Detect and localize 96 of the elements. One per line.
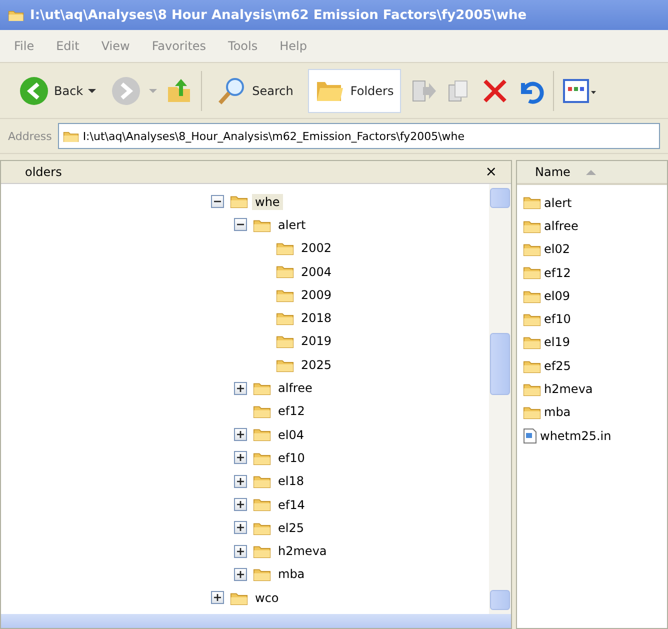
tree-item[interactable]: 2009 <box>298 286 335 303</box>
file-icon <box>523 428 537 444</box>
tree-item[interactable]: h2meva <box>275 543 330 560</box>
folder-icon <box>253 218 271 232</box>
caret-icon <box>88 88 96 92</box>
folder-content-entry[interactable]: whetm25.in <box>540 428 612 443</box>
plus-icon <box>237 478 244 485</box>
tree-item[interactable]: 2025 <box>298 356 335 373</box>
folder-content-entry[interactable]: ef10 <box>544 312 571 326</box>
folder-icon <box>253 427 271 442</box>
folder-icon <box>523 218 541 234</box>
folder-icon <box>253 380 271 396</box>
vertical-scrollbar[interactable] <box>489 184 511 614</box>
caret-icon <box>149 88 158 92</box>
folder-icon <box>253 404 271 419</box>
folder-icon <box>523 358 541 373</box>
tree-item[interactable]: el04 <box>275 426 307 443</box>
tree-item[interactable]: 2018 <box>298 310 335 326</box>
pane-title: olders <box>25 165 62 179</box>
tree-item[interactable]: 2002 <box>298 240 335 256</box>
expand-toggle[interactable] <box>234 568 247 581</box>
folder-icon <box>523 195 541 210</box>
folder-icon <box>276 264 294 279</box>
folder-content-entry[interactable]: el02 <box>544 242 570 256</box>
plus-icon <box>237 548 244 555</box>
folder-icon <box>253 474 271 488</box>
sort-arrow-icon <box>586 170 596 174</box>
tree-item[interactable]: ef12 <box>275 403 308 420</box>
search-button[interactable]: Search <box>210 68 300 112</box>
plus-icon <box>237 570 244 578</box>
tree-item[interactable]: ef10 <box>275 450 308 466</box>
folder-content-entry[interactable]: alfree <box>544 218 578 233</box>
folder-content-entry[interactable]: ef25 <box>544 358 571 373</box>
folder-icon <box>523 312 541 326</box>
folder-icon <box>253 544 271 558</box>
close-button[interactable]: × <box>481 164 501 180</box>
folder-content-entry[interactable]: mba <box>544 405 571 420</box>
folders-button[interactable]: Folders <box>308 68 401 112</box>
plus-icon <box>237 454 244 462</box>
tree-item[interactable]: whe <box>252 194 283 210</box>
expand-toggle[interactable] <box>234 521 247 534</box>
plus-icon <box>237 524 244 532</box>
folder-icon <box>253 567 271 582</box>
folder-content-entry[interactable]: el09 <box>544 288 570 303</box>
back-button[interactable]: Back <box>12 68 104 112</box>
folder-icon <box>230 194 248 209</box>
folder-icon <box>253 450 271 466</box>
tree-item[interactable]: alfree <box>275 380 316 396</box>
window-title: I:\ut\aq\Analyses\8 Hour Analysis\m62 Emission Factors\fy2005\whe <box>30 8 527 22</box>
tree-item[interactable]: mba <box>275 566 308 582</box>
folder-icon <box>523 288 541 304</box>
plus-icon <box>237 431 244 438</box>
tree-item[interactable]: el18 <box>275 473 307 490</box>
column-header[interactable]: Name <box>517 161 667 185</box>
tree-item[interactable]: wco <box>252 590 282 606</box>
tree-item[interactable]: 2004 <box>298 264 335 280</box>
plus-icon <box>237 384 244 392</box>
folder-icon <box>62 130 79 142</box>
expand-toggle[interactable] <box>234 382 247 395</box>
expand-toggle[interactable] <box>234 428 247 442</box>
folder-content-entry[interactable]: h2meva <box>544 382 593 396</box>
folder-icon <box>253 520 271 535</box>
collapse-toggle[interactable] <box>211 195 224 208</box>
expand-toggle[interactable] <box>234 498 247 511</box>
address-field[interactable]: I:\ut\aq\Analyses\8_Hour_Analysis\m62_Emission_Factors\fy2005\whe <box>58 123 660 149</box>
expand-toggle[interactable] <box>234 544 247 558</box>
folder-icon <box>276 241 294 256</box>
tree-item[interactable]: ef14 <box>275 496 308 512</box>
folder-icon <box>253 497 271 512</box>
folder-icon <box>523 242 541 256</box>
folder-icon <box>523 382 541 396</box>
folder-content-entry[interactable]: ef12 <box>544 266 571 280</box>
folder-icon <box>523 405 541 420</box>
folder-icon <box>523 335 541 350</box>
tree-item[interactable]: el25 <box>275 520 307 536</box>
folder-icon <box>276 288 294 302</box>
plus-icon <box>237 501 244 508</box>
expand-toggle[interactable] <box>211 591 224 604</box>
folder-icon <box>276 334 294 349</box>
delete-icon[interactable] <box>480 76 509 104</box>
expand-toggle[interactable] <box>234 474 247 488</box>
tree-item[interactable]: alert <box>275 216 309 233</box>
views-icon[interactable] <box>562 76 598 104</box>
expand-toggle[interactable] <box>234 451 247 464</box>
tree-item[interactable]: 2019 <box>298 333 335 350</box>
folder-icon <box>276 358 294 372</box>
collapse-toggle[interactable] <box>234 218 247 232</box>
folder-icon <box>230 590 248 605</box>
folder-content-entry[interactable]: alert <box>544 196 572 210</box>
folder-content-entry[interactable]: el19 <box>544 335 570 350</box>
plus-icon <box>214 594 221 602</box>
folder-icon <box>276 310 294 326</box>
folder-icon <box>8 8 24 22</box>
folder-icon <box>523 265 541 280</box>
address-label: Address <box>8 130 52 142</box>
horizontal-scrollbar[interactable] <box>1 614 511 628</box>
